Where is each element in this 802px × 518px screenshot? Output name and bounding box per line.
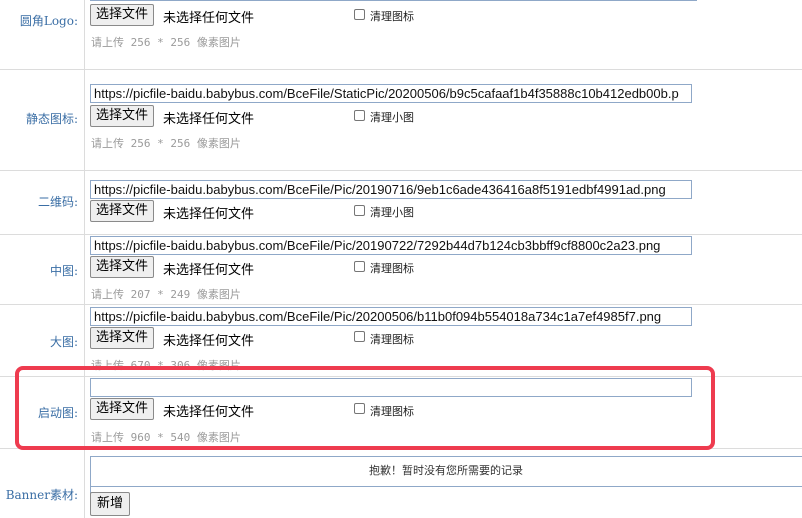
choose-file-button[interactable]: 选择文件	[90, 200, 155, 222]
clear-icon-checkbox[interactable]	[354, 261, 365, 272]
checkbox-label: 清理小图	[370, 206, 414, 219]
choose-file-button[interactable]: 选择文件	[90, 398, 155, 420]
empty-records-message: 抱歉！暂时没有您所需要的记录	[369, 464, 523, 477]
clear-icon-checkbox[interactable]	[354, 331, 365, 342]
checkbox-label: 清理图标	[370, 262, 414, 275]
row-divider	[0, 448, 802, 449]
banner-table-bottom-border	[90, 486, 802, 487]
url-input[interactable]: https://picfile-baidu.babybus.com/BceFil…	[90, 180, 692, 199]
field-label: 中图:	[49, 264, 78, 278]
size-hint: 请上传 256 * 256 像素图片	[91, 36, 241, 49]
field-label: 大图:	[49, 335, 78, 349]
checkbox-label: 清理图标	[370, 333, 414, 346]
field-label: Banner素材:	[5, 488, 78, 502]
column-divider	[84, 0, 85, 518]
row-divider	[0, 69, 802, 70]
clear-icon-checkbox[interactable]	[354, 403, 365, 414]
url-input[interactable]	[90, 378, 692, 397]
clear-small-checkbox[interactable]	[354, 110, 365, 121]
size-hint: 请上传 960 * 540 像素图片	[91, 431, 241, 444]
checkbox-label: 清理小图	[370, 111, 414, 124]
field-label: 二维码:	[37, 195, 78, 209]
add-button[interactable]: 新增	[90, 492, 131, 516]
choose-file-button[interactable]: 选择文件	[90, 4, 155, 26]
field-label: 启动图:	[37, 406, 78, 420]
checkbox-label: 清理图标	[370, 10, 414, 23]
banner-table-top-border	[90, 456, 802, 457]
field-label: 静态图标:	[25, 112, 78, 126]
size-hint: 请上传 256 * 256 像素图片	[91, 137, 241, 150]
checkbox-label: 清理图标	[370, 405, 414, 418]
url-input[interactable]: https://picfile-baidu.babybus.com/BceFil…	[90, 307, 692, 326]
no-file-text: 未选择任何文件	[163, 263, 255, 278]
choose-file-button[interactable]: 选择文件	[90, 105, 155, 127]
row-divider	[0, 170, 802, 171]
no-file-text: 未选择任何文件	[163, 112, 255, 127]
no-file-text: 未选择任何文件	[163, 207, 255, 222]
field-label: 圆角Logo:	[19, 14, 78, 28]
url-input[interactable]: https://picfile-baidu.babybus.com/BceFil…	[90, 84, 692, 103]
choose-file-button[interactable]: 选择文件	[90, 256, 155, 278]
size-hint: 请上传 207 * 249 像素图片	[91, 288, 241, 301]
clear-small-checkbox[interactable]	[354, 205, 365, 216]
no-file-text: 未选择任何文件	[163, 11, 255, 26]
no-file-text: 未选择任何文件	[163, 405, 255, 420]
url-input-edge	[90, 0, 697, 1]
row-divider	[0, 376, 802, 377]
choose-file-button[interactable]: 选择文件	[90, 327, 155, 349]
url-input[interactable]: https://picfile-baidu.babybus.com/BceFil…	[90, 236, 692, 255]
no-file-text: 未选择任何文件	[163, 334, 255, 349]
row-divider	[0, 234, 802, 235]
row-divider	[0, 304, 802, 305]
size-hint: 请上传 670 * 306 像素图片	[91, 359, 241, 372]
clear-icon-checkbox[interactable]	[354, 9, 365, 20]
